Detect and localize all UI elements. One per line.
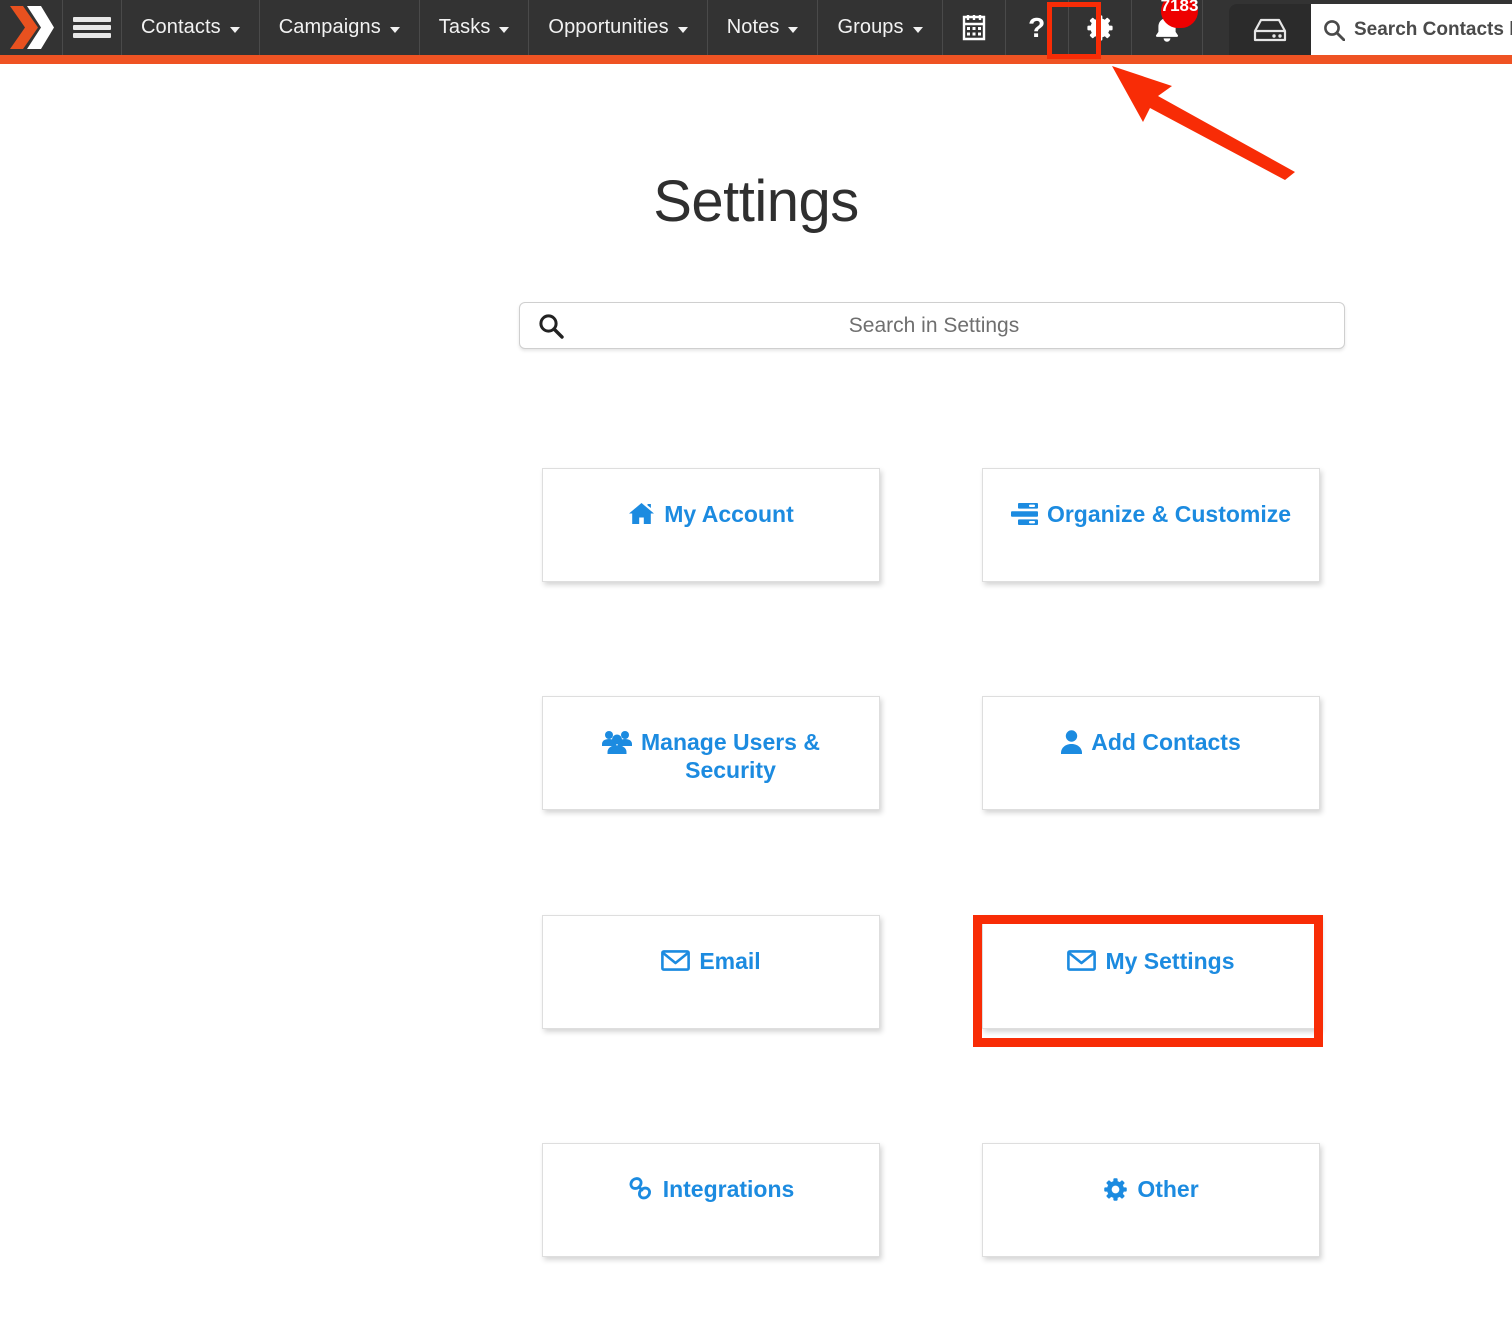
server-list-icon	[1011, 502, 1038, 526]
chevron-down-icon	[499, 27, 509, 33]
settings-card-my-account[interactable]: My Account	[542, 468, 880, 582]
nav-item-groups[interactable]: Groups	[818, 0, 941, 55]
chevron-down-icon	[230, 27, 240, 33]
nav-item-tasks[interactable]: Tasks	[420, 0, 529, 55]
nav-item-campaigns[interactable]: Campaigns	[260, 0, 419, 55]
search-icon	[1323, 19, 1345, 41]
nav-item-label: Notes	[727, 16, 780, 39]
global-search-placeholder: Search Contacts by: Co	[1354, 19, 1512, 41]
notification-count-badge: 7183	[1161, 0, 1199, 28]
chevron-down-icon	[788, 27, 798, 33]
settings-card-integrations[interactable]: Integrations	[542, 1143, 880, 1257]
nav-item-notes[interactable]: Notes	[708, 0, 818, 55]
file-drive-icon	[1251, 15, 1289, 45]
gear-icon	[1086, 14, 1114, 42]
envelope-icon	[1067, 949, 1096, 972]
chevron-down-icon	[390, 27, 400, 33]
settings-card-my-settings[interactable]: My Settings	[982, 915, 1320, 1029]
settings-card-label: My Account	[664, 500, 794, 528]
settings-page: Settings Search in Settings My Account	[0, 64, 1512, 1344]
settings-card-label: Manage Users & Security	[641, 728, 820, 784]
settings-card-add-contacts[interactable]: Add Contacts	[982, 696, 1320, 810]
infusionsoft-x-logo-icon	[10, 5, 54, 50]
settings-card-label: Organize & Customize	[1047, 500, 1291, 528]
page-title: Settings	[0, 168, 1512, 235]
settings-search-placeholder: Search in Settings	[564, 314, 1304, 338]
settings-search-input[interactable]: Search in Settings	[519, 302, 1345, 349]
hamburger-menu-button[interactable]	[63, 0, 121, 55]
help-icon: ?	[1028, 14, 1045, 42]
settings-card-other[interactable]: Other	[982, 1143, 1320, 1257]
calendar-icon	[961, 14, 987, 42]
chevron-down-icon	[913, 27, 923, 33]
nav-item-label: Groups	[837, 16, 903, 39]
top-navigation-bar: Contacts Campaigns Tasks Opportunities N…	[0, 0, 1512, 55]
gear-icon	[1103, 1177, 1128, 1202]
hamburger-icon-bar	[73, 33, 111, 38]
users-icon	[602, 730, 632, 754]
notifications-button[interactable]: 7183	[1132, 0, 1202, 55]
global-search-input[interactable]: Search Contacts by: Co	[1311, 4, 1512, 55]
settings-card-label: My Settings	[1105, 947, 1234, 975]
settings-card-email[interactable]: Email	[542, 915, 880, 1029]
nav-divider	[1202, 0, 1203, 55]
chain-link-icon	[628, 1177, 654, 1201]
hamburger-icon-bar	[73, 17, 111, 22]
help-button[interactable]: ?	[1006, 0, 1068, 55]
app-logo[interactable]	[0, 0, 62, 55]
user-icon	[1061, 730, 1082, 754]
hamburger-icon-bar	[73, 25, 111, 30]
nav-item-label: Opportunities	[548, 16, 668, 39]
settings-gear-button[interactable]	[1069, 0, 1131, 55]
calendar-button[interactable]	[943, 0, 1005, 55]
orange-accent-bar	[0, 55, 1512, 64]
global-search-area: Search Contacts by: Co	[1229, 4, 1512, 55]
settings-card-manage-users-security[interactable]: Manage Users & Security	[542, 696, 880, 810]
nav-item-label: Campaigns	[279, 16, 381, 39]
chevron-down-icon	[678, 27, 688, 33]
nav-item-opportunities[interactable]: Opportunities	[529, 0, 706, 55]
envelope-icon	[661, 949, 690, 972]
settings-card-organize-customize[interactable]: Organize & Customize	[982, 468, 1320, 582]
search-icon	[538, 313, 564, 339]
settings-card-label: Integrations	[663, 1175, 795, 1203]
nav-item-label: Contacts	[141, 16, 221, 39]
nav-item-label: Tasks	[439, 16, 491, 39]
nav-item-contacts[interactable]: Contacts	[122, 0, 259, 55]
settings-card-label: Add Contacts	[1091, 728, 1241, 756]
settings-card-label: Email	[699, 947, 760, 975]
home-icon	[628, 502, 655, 526]
settings-card-label: Other	[1137, 1175, 1198, 1203]
file-drive-button[interactable]	[1229, 4, 1311, 55]
